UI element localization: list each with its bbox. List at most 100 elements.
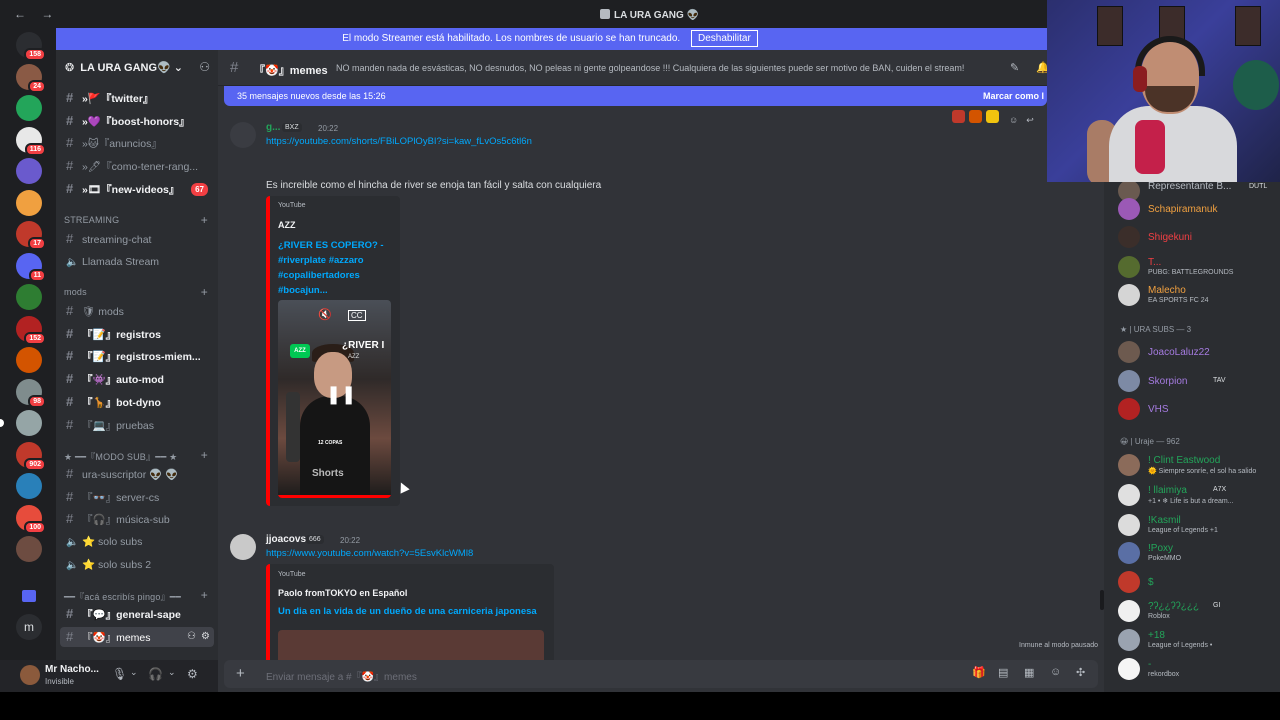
channel-item[interactable]: # ura-suscriptor 👽 👽 xyxy=(56,464,218,484)
member-item[interactable]: ! Clint Eastwood 🌞 Siempre sonríe, el sol… xyxy=(1118,452,1278,478)
add-member-icon[interactable]: ⚇ xyxy=(187,627,196,647)
server-header[interactable]: ❂ LA URA GANG👽 ⌄ ⚇ xyxy=(56,50,218,86)
channel-item[interactable]: # 『💻』pruebas xyxy=(56,415,218,435)
new-messages-bar[interactable]: 35 mensajes nuevos desde las 15:26 Marca… xyxy=(224,86,1047,106)
server-icon[interactable] xyxy=(16,284,42,310)
channel-item[interactable]: # 🛡 mods xyxy=(56,301,218,321)
channel-item[interactable]: # 『👾』auto-mod xyxy=(56,369,218,389)
channel-item[interactable]: # 『🦒』bot-dyno xyxy=(56,392,218,412)
member-item[interactable]: +18 League of Legends • xyxy=(1118,627,1278,653)
channel-category[interactable]: ★ ━━『MODO SUB』━━ ★ + xyxy=(64,448,214,463)
gear-icon[interactable]: ⚙ xyxy=(187,667,198,681)
gif-icon[interactable]: ▤ xyxy=(998,666,1008,679)
channel-item[interactable]: 🔈 ⭐ solo subs xyxy=(56,532,218,552)
channel-item[interactable]: # 『📝』registros-miem... xyxy=(56,346,218,366)
embed-author[interactable]: AZZ xyxy=(278,220,296,230)
message-input[interactable]: + Enviar mensaje a #『🤡』memes 🎁 ▤ ▦ ☺ ✣ xyxy=(224,660,1098,688)
channel-item[interactable]: # »💜『boost-honors』 xyxy=(56,111,218,131)
server-icon[interactable]: 24 xyxy=(16,63,46,93)
reply-icon[interactable]: ↩ xyxy=(1026,115,1034,125)
member-item[interactable]: $ xyxy=(1118,569,1278,595)
reaction-emoji[interactable] xyxy=(986,110,999,123)
reaction-emoji[interactable] xyxy=(952,110,965,123)
server-icon[interactable] xyxy=(16,536,42,562)
server-icon[interactable]: 11 xyxy=(16,252,46,282)
folder-icon[interactable] xyxy=(22,590,36,602)
member-item[interactable]: ! llaimiya +1 • ❄ Life is but a dream... A… xyxy=(1118,482,1278,508)
reaction-emoji[interactable] xyxy=(969,110,982,123)
microphone-icon[interactable]: 🎙 xyxy=(112,667,127,681)
channel-item[interactable]: # »🐱『anuncios』 xyxy=(56,133,218,153)
channel-item[interactable]: # 『💬』general-sape xyxy=(56,604,218,624)
pause-icon[interactable]: ❚❚ xyxy=(326,384,356,405)
message-link[interactable]: https://youtube.com/shorts/FBiLOPlOyBI?s… xyxy=(266,136,532,147)
message-author[interactable]: jjoacovs xyxy=(266,534,306,545)
server-icon[interactable]: 158 xyxy=(16,32,46,61)
member-item[interactable]: JoacoLaluz22 xyxy=(1118,339,1278,365)
server-icon[interactable] xyxy=(16,347,42,373)
server-icon[interactable] xyxy=(16,189,42,216)
avatar[interactable] xyxy=(230,534,256,560)
captions-icon[interactable]: CC xyxy=(348,310,366,321)
avatar[interactable] xyxy=(230,122,256,148)
server-icon[interactable]: 902 xyxy=(16,441,46,471)
server-icon[interactable] xyxy=(16,473,42,499)
volume-icon[interactable]: 🔇 xyxy=(318,308,332,321)
channel-item[interactable]: # streaming-chat xyxy=(56,229,218,249)
member-item[interactable]: Skorpion TAV xyxy=(1118,368,1278,394)
add-channel-icon[interactable]: + xyxy=(201,213,208,227)
channel-item[interactable]: # 『🤡』memes ⚇ ⚙ xyxy=(60,626,214,647)
channel-item[interactable]: # 『🎧』música-sub xyxy=(56,509,218,529)
server-icon[interactable]: m xyxy=(16,614,42,640)
embed-title[interactable]: ¿RIVER ES COPERO? - xyxy=(278,238,384,253)
channel-topic[interactable]: NO manden nada de esvásticas, NO desnudo… xyxy=(336,63,1026,73)
add-attachment-icon[interactable]: + xyxy=(236,665,245,682)
chevron-down-icon[interactable]: ⌄ xyxy=(168,667,176,678)
embed-author[interactable]: Paolo fromTOKYO en Español xyxy=(278,588,407,598)
server-icon[interactable] xyxy=(0,410,42,436)
video-thumbnail[interactable] xyxy=(278,630,544,660)
server-icon[interactable]: 17 xyxy=(16,221,46,250)
channel-category[interactable]: ━━『acá escribís pingo』━━ + xyxy=(64,588,214,603)
add-channel-icon[interactable]: + xyxy=(201,448,208,462)
nav-arrows[interactable]: ← → xyxy=(14,7,59,21)
video-progress-bar[interactable] xyxy=(278,495,391,498)
channel-item[interactable]: # 『📝』registros xyxy=(56,324,218,344)
embed-title[interactable]: Un dia en la vida de un dueño de una car… xyxy=(278,604,537,619)
server-icon[interactable]: 100 xyxy=(16,504,46,534)
member-item[interactable]: !Kasmil League of Legends +1 xyxy=(1118,512,1278,538)
embed-title[interactable]: #bocajun... xyxy=(278,283,328,298)
add-member-icon[interactable]: ⚇ xyxy=(199,60,210,74)
gear-icon[interactable]: ⚙ xyxy=(201,627,210,647)
server-icon[interactable] xyxy=(16,158,42,184)
threads-icon[interactable]: ✎ xyxy=(1010,61,1019,74)
chevron-down-icon[interactable]: ⌄ xyxy=(174,62,183,74)
server-icon[interactable]: 116 xyxy=(16,126,46,156)
member-item[interactable]: Schapiramanuk xyxy=(1118,196,1278,222)
member-item[interactable]: T... PUBG: BATTLEGROUNDS xyxy=(1118,254,1278,280)
headphones-icon[interactable]: 🎧 xyxy=(148,667,163,681)
add-channel-icon[interactable]: + xyxy=(201,588,208,602)
emoji-icon[interactable]: ☺ xyxy=(1050,666,1061,678)
message-link[interactable]: https://www.youtube.com/watch?v=5EsvKlcW… xyxy=(266,548,473,559)
channel-item[interactable]: 🔈 Llamada Stream xyxy=(56,252,218,272)
member-item[interactable]: !Poxy PokeMMO xyxy=(1118,540,1278,566)
channel-item[interactable]: # »🖊『como-tener-rang... xyxy=(56,156,218,176)
add-reaction-icon[interactable]: ☺ xyxy=(1009,115,1018,125)
channel-category[interactable]: mods + xyxy=(64,285,214,299)
chevron-down-icon[interactable]: ⌄ xyxy=(130,667,138,678)
apps-icon[interactable]: ✣ xyxy=(1076,666,1085,679)
channel-item[interactable]: 🔈 ⭐ solo subs 2 xyxy=(56,555,218,575)
sticker-icon[interactable]: ▦ xyxy=(1024,666,1034,679)
message-author[interactable]: g... xyxy=(266,122,280,133)
disable-streamer-button[interactable]: Deshabilitar xyxy=(690,30,758,47)
embed-title[interactable]: #riverplate #azzaro xyxy=(278,253,364,268)
server-icon[interactable] xyxy=(16,95,42,121)
video-player[interactable]: AZZ ¿RIVER I AZZ 🔇 CC ❚❚ 12 COPAS Shorts xyxy=(278,300,391,498)
member-item[interactable]: VHS xyxy=(1118,396,1278,422)
mark-read-button[interactable]: Marcar como l xyxy=(983,86,1044,106)
channel-item[interactable]: # »🚩『twitter』 xyxy=(56,88,218,108)
member-item[interactable]: ?ʔ¿¿ʔʔ¿¿¿ Roblox GI xyxy=(1118,598,1278,624)
channel-category[interactable]: STREAMING + xyxy=(64,213,214,227)
server-icon[interactable]: 98 xyxy=(16,378,46,408)
